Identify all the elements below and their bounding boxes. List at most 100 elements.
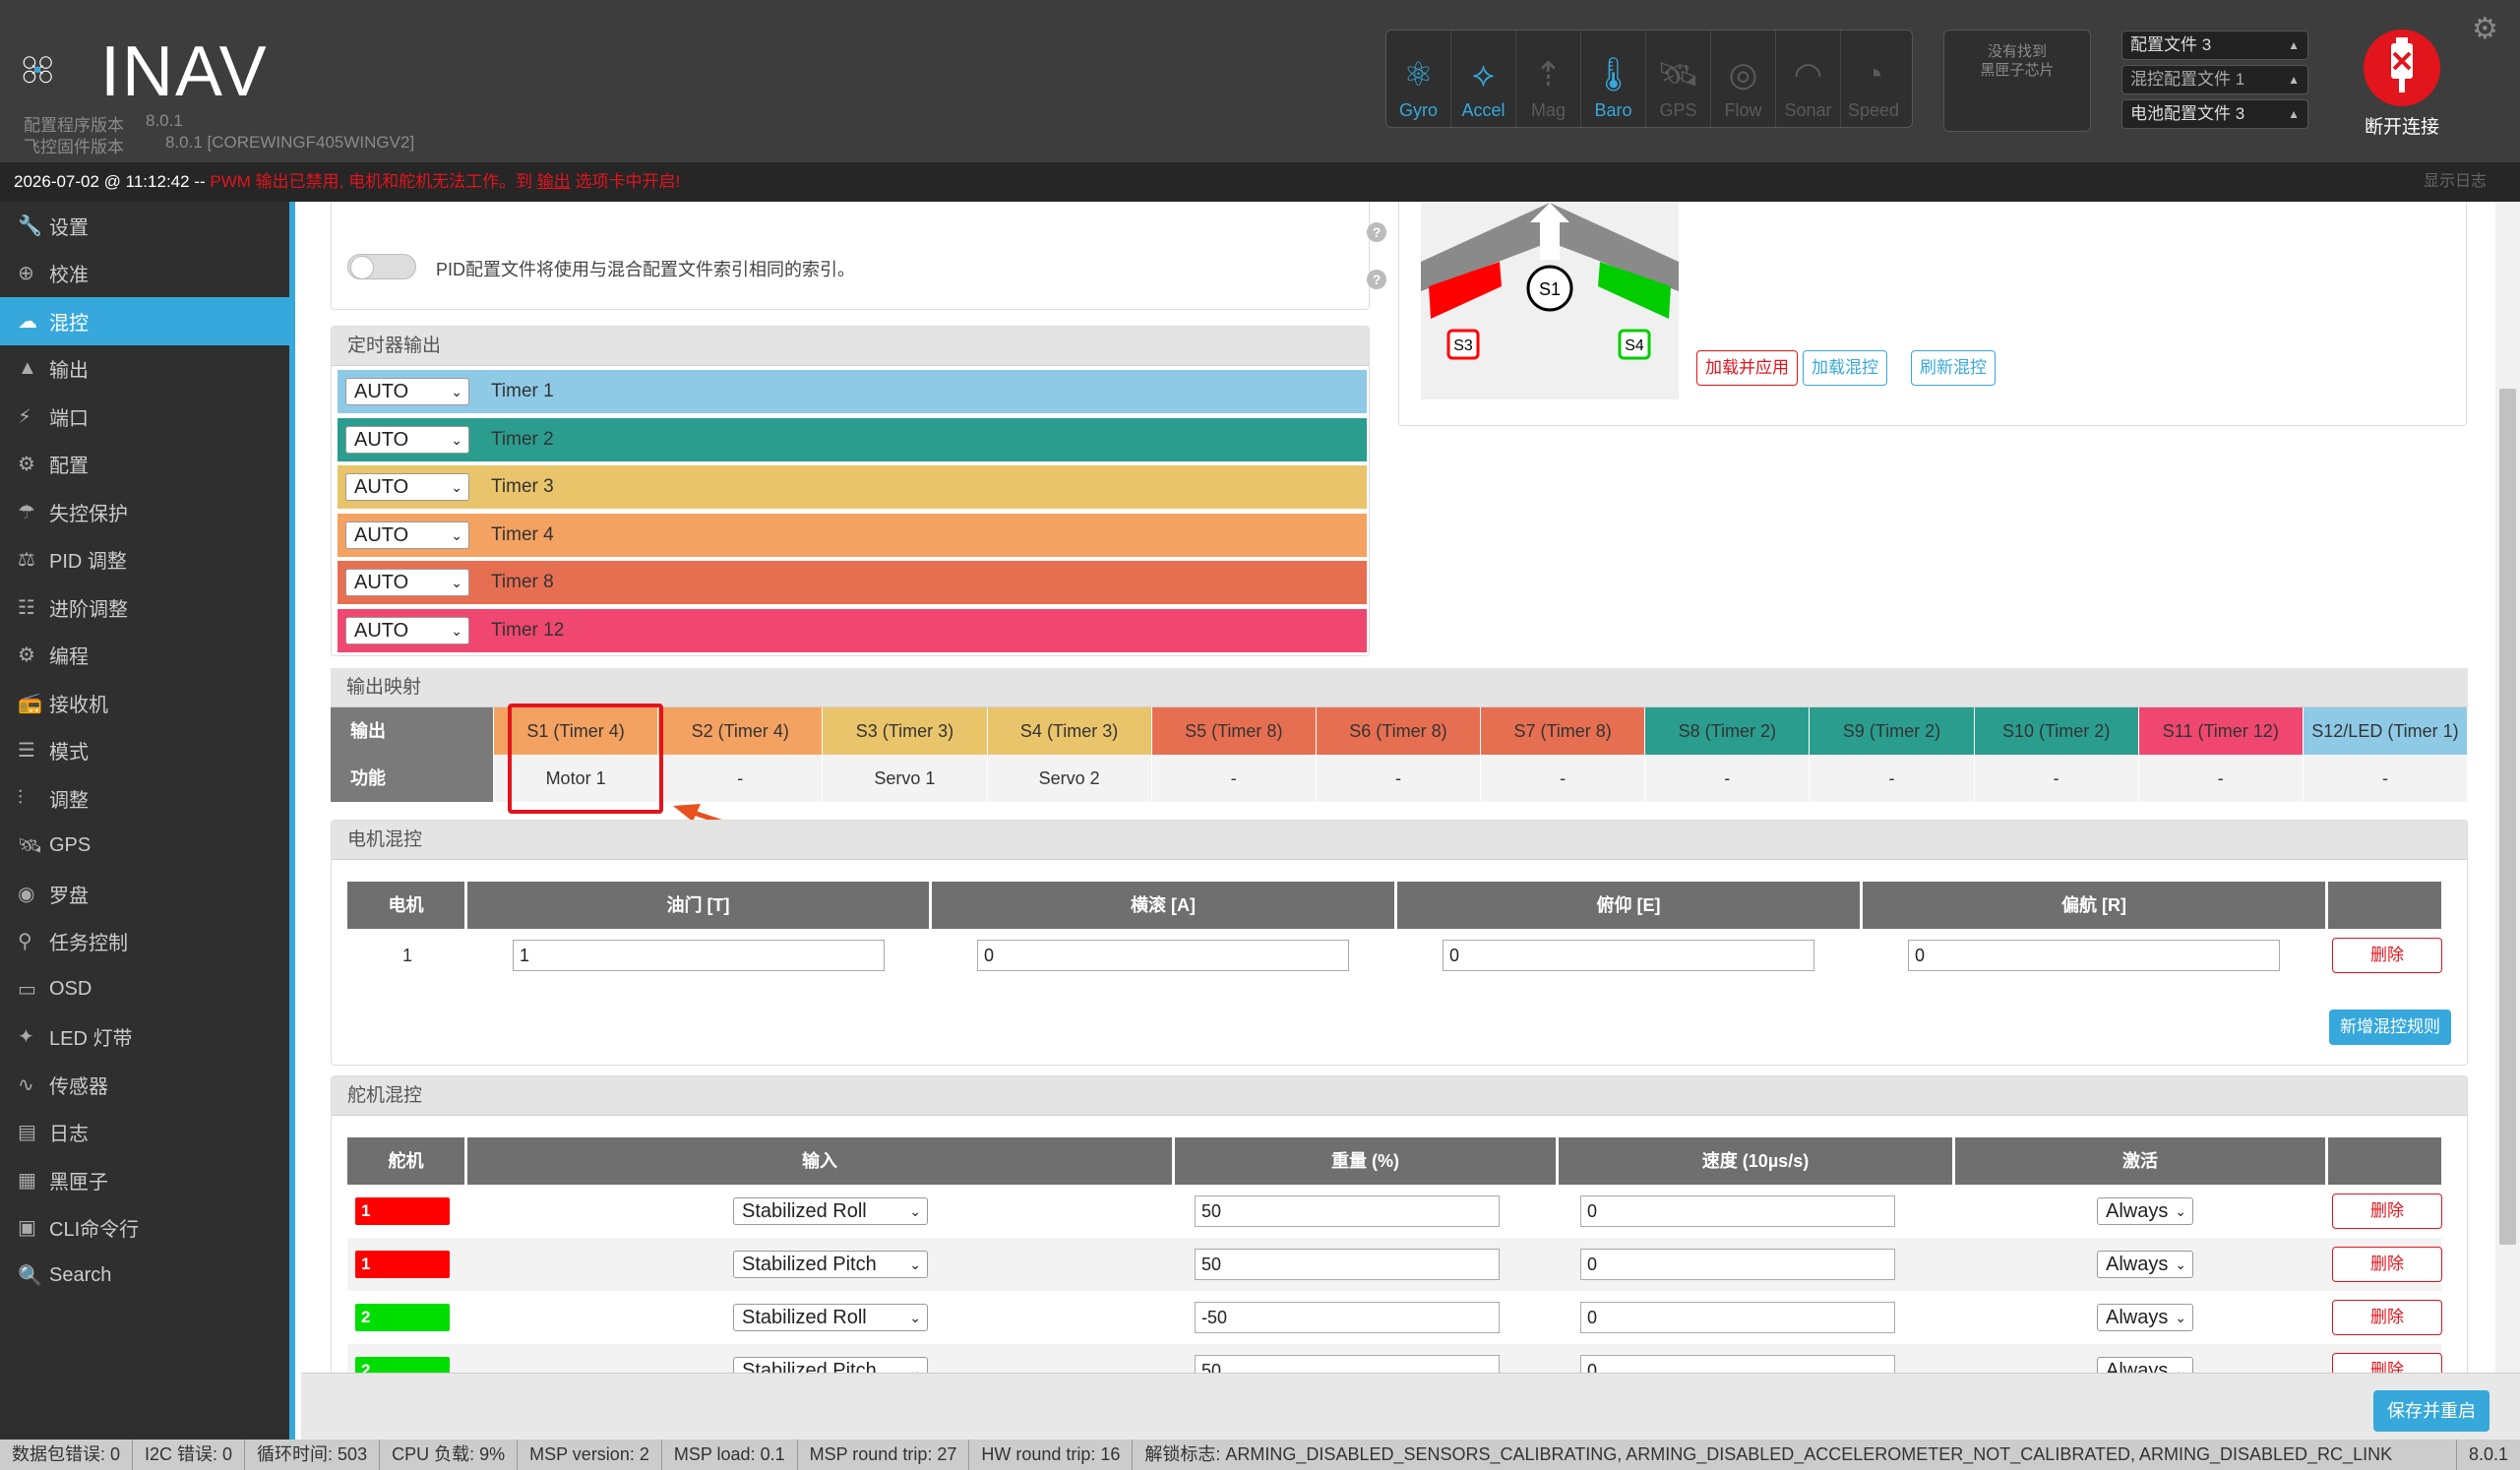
hw-round-trip: HW round trip: 16: [969, 1439, 1134, 1470]
sidebar-item-5[interactable]: ⚙ 配置: [0, 441, 289, 489]
search-icon: 🔍: [18, 1264, 42, 1287]
sidebar-item-20[interactable]: ▦ 黑匣子: [0, 1156, 289, 1204]
config-profile-select[interactable]: 配置文件 3 ▲: [2121, 31, 2308, 60]
help-icon[interactable]: ?: [1367, 222, 1386, 242]
show-log-link[interactable]: 显示日志: [2424, 162, 2487, 202]
gear-icon: ⚙: [18, 454, 35, 476]
timer-output-title: 定时器输出: [332, 327, 1369, 366]
sidebar-item-11[interactable]: ☰ 模式: [0, 727, 289, 775]
timer-mode-select[interactable]: AUTO ⌄: [345, 378, 469, 405]
sidebar-item-4[interactable]: ⚡ 端口: [0, 393, 289, 441]
output-function: Servo 2: [988, 755, 1152, 802]
timer-mode-select[interactable]: AUTO ⌄: [345, 616, 469, 644]
sidebar-item-label: 黑匣子: [49, 1171, 108, 1194]
delete-servo-rule-button[interactable]: 删除: [2332, 1353, 2442, 1373]
output-row-label: 输出: [331, 707, 494, 755]
timer-row: AUTO ⌄ Timer 1: [338, 370, 1367, 413]
chevron-down-icon: ⌄: [2175, 1256, 2186, 1272]
servo-speed-input[interactable]: 0: [1580, 1195, 1895, 1227]
sidebar-item-19[interactable]: ▤ 日志: [0, 1109, 289, 1157]
scrollbar-thumb[interactable]: [2499, 389, 2516, 1245]
refresh-mixer-button[interactable]: 刷新混控: [1911, 350, 1996, 386]
sidebar-item-1[interactable]: ⊕ 校准: [0, 250, 289, 298]
sidebar-item-8[interactable]: ☷ 进阶调整: [0, 583, 289, 632]
modes-icon: ☰: [18, 740, 35, 763]
delete-servo-rule-button[interactable]: 删除: [2332, 1247, 2442, 1282]
timer-mode-select[interactable]: AUTO ⌄: [345, 473, 469, 501]
profile-selectors: 配置文件 3 ▲ 混控配置文件 1 ▲ 电池配置文件 3 ▲: [2121, 31, 2308, 134]
sidebar-item-14[interactable]: ◉ 罗盘: [0, 870, 289, 918]
servo-active-select[interactable]: Always ⌄: [2097, 1251, 2193, 1278]
sensor-status-panel: ⚛ Gyro ⟡ Accel ⇡ Mag 🌡 Baro 🛰 GPS ◎ Flow ◠ Sona…: [1385, 30, 1913, 128]
servo-active-select[interactable]: Always ⌄: [2097, 1197, 2193, 1225]
sidebar-item-7[interactable]: ⚖ PID 调整: [0, 536, 289, 584]
timer-mode-select[interactable]: AUTO ⌄: [345, 569, 469, 596]
sensor-flow: ◎ Flow: [1711, 31, 1776, 127]
highlight-box: [508, 704, 663, 814]
accel-icon: ⟡: [1472, 56, 1495, 93]
sidebar-item-10[interactable]: 📻 接收机: [0, 679, 289, 727]
motor-icon: ▲: [18, 357, 37, 380]
servo-active-select[interactable]: Always ⌄: [2097, 1304, 2193, 1331]
timer-mode-select[interactable]: AUTO ⌄: [345, 521, 469, 549]
sidebar-item-13[interactable]: 🛰 GPS: [0, 823, 289, 871]
pitch-input[interactable]: 0: [1443, 940, 1814, 971]
sidebar-item-16[interactable]: ▭ OSD: [0, 965, 289, 1013]
sidebar-item-0[interactable]: 🔧 设置: [0, 202, 289, 250]
sensor-mag: ⇡ Mag: [1516, 31, 1581, 127]
timer-output-box: 定时器输出 AUTO ⌄ Timer 1 AUTO ⌄ Timer 2 AUTO ⌄ Timer…: [331, 326, 1370, 656]
sidebar-item-18[interactable]: ∿ 传感器: [0, 1061, 289, 1109]
servo-weight-input[interactable]: -50: [1195, 1302, 1500, 1333]
save-and-reboot-button[interactable]: 保存并重启: [2373, 1390, 2489, 1432]
add-mixer-rule-button[interactable]: 新增混控规则: [2329, 1010, 2451, 1045]
mixer-profile-select[interactable]: 混控配置文件 1 ▲: [2121, 65, 2308, 94]
sidebar-item-6[interactable]: ☂ 失控保护: [0, 488, 289, 536]
servo-id-chip: 2: [355, 1357, 450, 1373]
servo-input-select[interactable]: Stabilized Roll ⌄: [733, 1197, 928, 1225]
settings-gear-icon[interactable]: ⚙: [2472, 12, 2498, 46]
flow-icon: ◎: [1728, 56, 1758, 93]
fw-version-label: 飞控固件版本: [24, 138, 124, 156]
chevron-down-icon: ⌄: [2175, 1310, 2186, 1325]
servo-speed-input[interactable]: 0: [1580, 1302, 1895, 1333]
yaw-input[interactable]: 0: [1908, 940, 2280, 971]
sidebar-item-21[interactable]: ▣ CLI命令行: [0, 1204, 289, 1253]
chevron-down-icon: ⌄: [2175, 1203, 2186, 1219]
sidebar-item-12[interactable]: ⫶ 调整: [0, 774, 289, 823]
sidebar-item-3[interactable]: ▲ 输出: [0, 345, 289, 394]
sidebar-item-22[interactable]: 🔍 Search: [0, 1252, 289, 1300]
servo-weight-input[interactable]: 50: [1195, 1355, 1500, 1373]
disconnect-button[interactable]: 断开连接: [2358, 30, 2446, 139]
sidebar-item-label: Search: [49, 1263, 112, 1286]
delete-servo-rule-button[interactable]: 删除: [2332, 1194, 2442, 1229]
sidebar-item-9[interactable]: ⚙ 编程: [0, 632, 289, 680]
servo-active-select[interactable]: Always ⌄: [2097, 1357, 2193, 1373]
output-name: S7 (Timer 8): [1481, 707, 1646, 755]
load-mixer-button[interactable]: 加载混控: [1803, 350, 1887, 386]
content-scrollbar[interactable]: [2495, 202, 2520, 1373]
servo-input-select[interactable]: Stabilized Pitch ⌄: [733, 1357, 928, 1373]
roll-input[interactable]: 0: [977, 940, 1349, 971]
sidebar-item-label: 接收机: [49, 694, 108, 716]
delete-motor-rule-button[interactable]: 删除: [2332, 938, 2442, 973]
log-icon: ▤: [18, 1122, 36, 1144]
servo-input-select[interactable]: Stabilized Pitch ⌄: [733, 1251, 928, 1278]
timer-mode-select[interactable]: AUTO ⌄: [345, 425, 469, 454]
map-pin-icon: ⚲: [18, 931, 32, 953]
sidebar-item-15[interactable]: ⚲ 任务控制: [0, 918, 289, 966]
help-icon[interactable]: ?: [1367, 270, 1386, 289]
servo-input-select[interactable]: Stabilized Roll ⌄: [733, 1304, 928, 1331]
servo-weight-input[interactable]: 50: [1195, 1195, 1500, 1227]
load-apply-mixer-button[interactable]: 加载并应用: [1696, 350, 1798, 386]
output-function: -: [1152, 755, 1317, 802]
battery-profile-select[interactable]: 电池配置文件 3 ▲: [2121, 99, 2308, 129]
sidebar-item-2[interactable]: ☁ 混控: [0, 297, 289, 345]
servo-speed-input[interactable]: 0: [1580, 1355, 1895, 1373]
sidebar-item-17[interactable]: ✦ LED 灯带: [0, 1013, 289, 1062]
pid-link-toggle[interactable]: [347, 254, 416, 279]
delete-servo-rule-button[interactable]: 删除: [2332, 1300, 2442, 1335]
servo-weight-input[interactable]: 50: [1195, 1249, 1500, 1280]
servo-speed-input[interactable]: 0: [1580, 1249, 1895, 1280]
outputs-link[interactable]: 输出: [537, 172, 571, 191]
throttle-input[interactable]: 1: [513, 940, 885, 971]
